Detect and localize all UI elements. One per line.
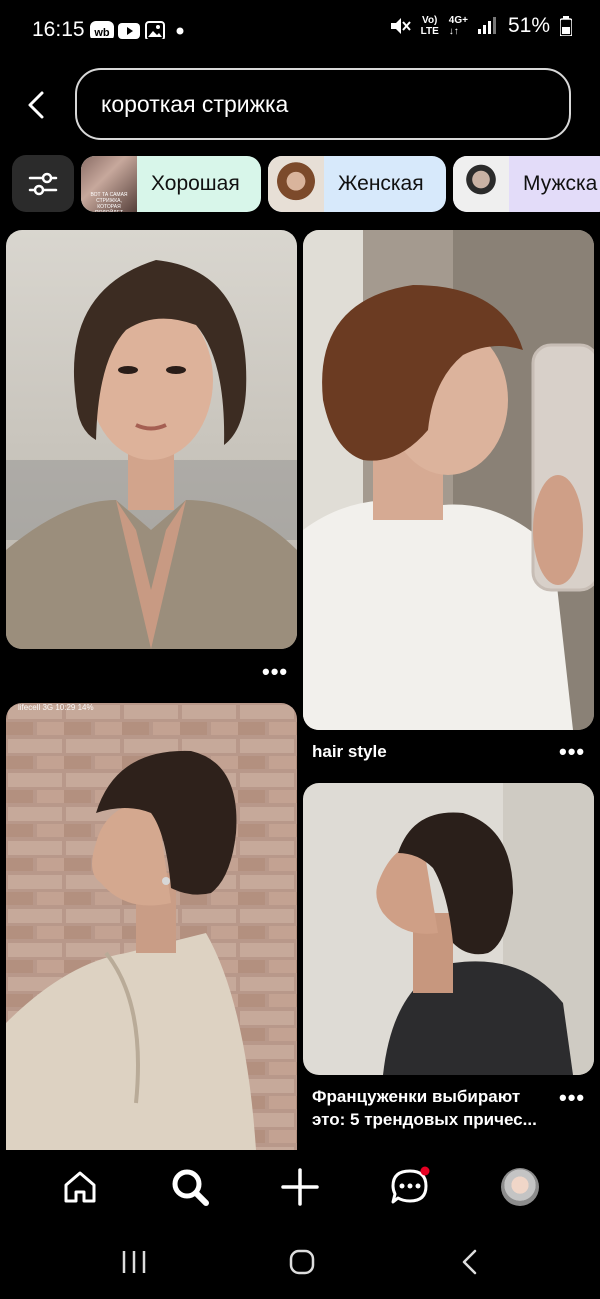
filters-button[interactable] [12, 155, 74, 212]
chip-label: Женская [338, 172, 424, 195]
recent-apps-icon [122, 1251, 146, 1273]
chip-muzhskaya[interactable]: Мужска [453, 156, 600, 212]
thumbnail-caption: ВОТ ТА САМАЯ СТРИЖКА, КОТОРАЯ ПОДОЙДЕТ [90, 192, 128, 212]
search-input[interactable]: короткая стрижка [75, 68, 571, 140]
notification-dot [420, 1166, 430, 1176]
pin-photo [303, 230, 594, 730]
home-icon [64, 1171, 96, 1203]
gallery-icon [145, 21, 165, 39]
dot-icon [176, 27, 184, 35]
battery-icon [560, 16, 572, 36]
pin-photo [6, 230, 297, 649]
youtube-icon [118, 23, 140, 39]
pin-title[interactable]: hair style [312, 740, 387, 763]
photo-status-overlay: lifecell 3G 10:29 14% [18, 703, 94, 712]
status-time: 16:15 [32, 18, 85, 41]
pin-more-button[interactable]: ••• [559, 739, 585, 765]
create-icon [281, 1168, 319, 1206]
pin-more-button[interactable]: ••• [559, 1085, 585, 1111]
nav-home[interactable] [56, 1163, 104, 1211]
signal-icon [477, 17, 496, 34]
search-icon [172, 1169, 209, 1206]
pin-photo [6, 703, 297, 1150]
nav-search[interactable] [166, 1163, 214, 1211]
chip-zhenskaya[interactable]: Женская [268, 156, 446, 212]
chip-thumbnail [453, 156, 509, 212]
status-right-group: Vo) LTE 4G+ ↓↑ 51% [389, 14, 572, 38]
status-bar: 16:15 wb Vo) LTE 4G+ ↓↑ 51% [0, 0, 600, 62]
pin-photo [303, 783, 594, 1075]
recent-apps-button[interactable] [114, 1242, 154, 1282]
volte-indicator: Vo) LTE [420, 15, 439, 37]
sliders-icon [28, 172, 58, 195]
pin-title[interactable]: Француженки выбирают это: 5 трендовых пр… [312, 1085, 552, 1131]
chip-thumbnail [268, 156, 324, 212]
profile-avatar [501, 1168, 539, 1206]
nav-profile[interactable] [496, 1163, 544, 1211]
pin-image-french-haircut[interactable] [303, 783, 594, 1075]
svg-text:wb: wb [93, 27, 110, 38]
chip-thumbnail: ВОТ ТА САМАЯ СТРИЖКА, КОТОРАЯ ПОДОЙДЕТ [81, 156, 137, 212]
pin-more-button[interactable]: ••• [262, 659, 288, 685]
home-system-button[interactable] [282, 1242, 322, 1282]
home-circle-icon [289, 1249, 315, 1275]
back-system-button[interactable] [450, 1242, 490, 1282]
back-icon [462, 1249, 477, 1275]
nav-messages[interactable] [386, 1163, 434, 1211]
search-query: короткая стрижка [101, 90, 289, 117]
nav-create[interactable] [276, 1163, 324, 1211]
pin-image-bob-mirror-selfie[interactable] [303, 230, 594, 730]
mute-icon [390, 18, 411, 34]
back-button[interactable] [20, 88, 54, 122]
network-type: 4G+ ↓↑ [448, 15, 468, 37]
wb-icon: wb [90, 21, 114, 38]
battery-percent: 51% [507, 14, 550, 37]
pin-image-brick-wall-profile[interactable]: lifecell 3G 10:29 14% [6, 703, 297, 1150]
messages-icon [391, 1166, 430, 1204]
chip-label: Мужска [523, 172, 598, 195]
chip-horoshaya[interactable]: ВОТ ТА САМАЯ СТРИЖКА, КОТОРАЯ ПОДОЙДЕТ Х… [81, 156, 261, 212]
pin-image-short-bob-portrait[interactable] [6, 230, 297, 649]
chip-label: Хорошая [151, 172, 240, 195]
